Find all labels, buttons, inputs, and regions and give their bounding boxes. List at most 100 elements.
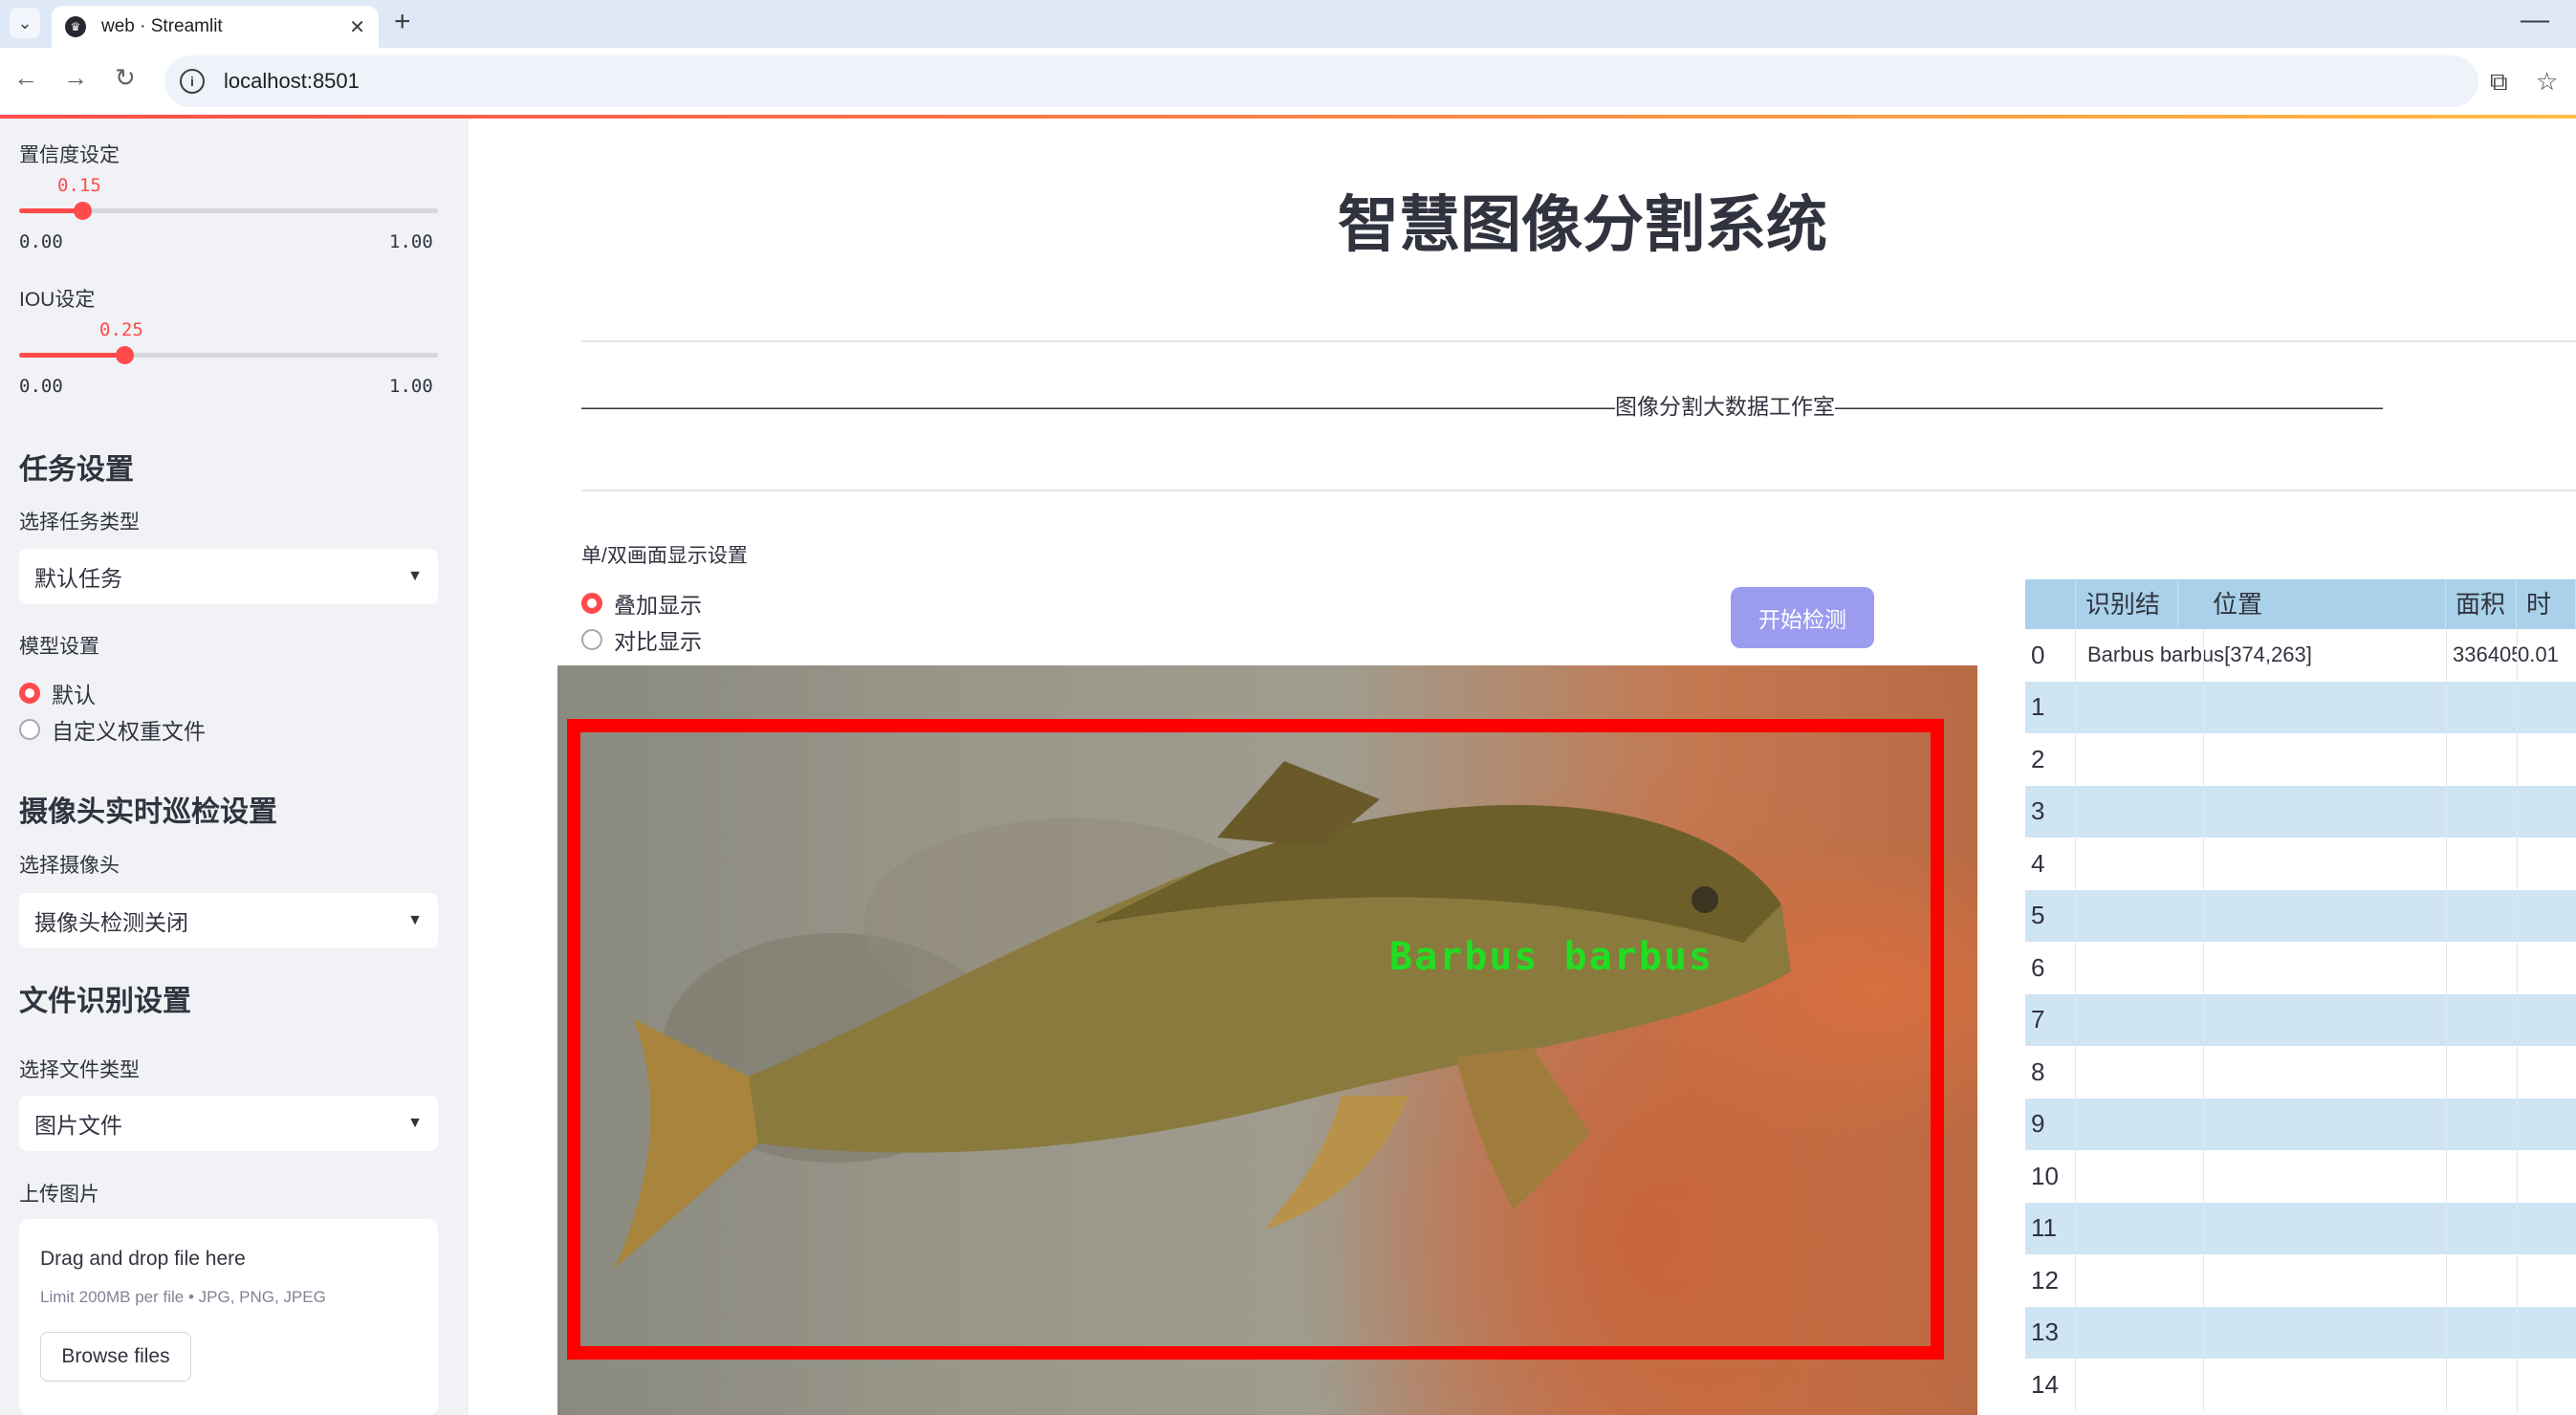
row-index: 4 xyxy=(2031,848,2045,878)
camera-select[interactable]: 摄像头检测关闭 ▼ xyxy=(19,893,438,948)
result-cell: Barbus barbus [374,263] xyxy=(2075,629,2446,682)
column-header-area[interactable]: 面积 xyxy=(2446,579,2517,629)
table-row[interactable]: 2 xyxy=(2025,733,2576,786)
time-cell xyxy=(2517,1254,2576,1307)
result-cell xyxy=(2075,1150,2446,1203)
table-row[interactable]: 1 xyxy=(2025,681,2576,733)
browser-toolbar: ← → ↻ i localhost:8501 ⧉ ☆ xyxy=(0,48,2576,115)
confidence-min: 0.00 xyxy=(19,231,63,252)
back-arrow-icon[interactable]: ← xyxy=(13,63,38,93)
column-header-result[interactable]: 识别结果 xyxy=(2075,579,2178,668)
time-cell xyxy=(2517,889,2576,942)
browser-tab[interactable]: ♛ web · Streamlit ✕ xyxy=(52,6,379,48)
confidence-max: 1.00 xyxy=(389,231,433,252)
task-type-select[interactable]: 默认任务 ▼ xyxy=(19,549,438,604)
window-minimize-icon[interactable]: — xyxy=(2521,4,2549,36)
model-option-default[interactable]: 默认 xyxy=(19,677,96,709)
result-cell xyxy=(2075,1202,2446,1254)
url-text: localhost:8501 xyxy=(224,69,360,93)
tab-title: web · Streamlit xyxy=(101,16,223,36)
radio-unselected-icon[interactable] xyxy=(581,629,602,650)
new-tab-plus-icon[interactable]: + xyxy=(394,6,411,38)
file-settings-heading: 文件识别设置 xyxy=(19,986,191,1017)
iou-slider-fill xyxy=(19,353,124,358)
row-index: 9 xyxy=(2031,1109,2045,1139)
table-row[interactable]: 8 xyxy=(2025,1046,2576,1099)
column-header-time[interactable]: 时间 xyxy=(2517,579,2576,668)
task-settings-heading: 任务设置 xyxy=(19,454,134,486)
confidence-slider[interactable] xyxy=(19,202,438,220)
result-cell xyxy=(2075,1306,2446,1359)
model-settings-label: 模型设置 xyxy=(19,636,99,658)
position-text: [374,263] xyxy=(2224,642,2312,667)
table-row[interactable]: 11 xyxy=(2025,1202,2576,1254)
browse-files-button[interactable]: Browse files xyxy=(40,1332,191,1382)
start-detection-button[interactable]: 开始检测 xyxy=(1731,587,1874,648)
bookmark-star-icon[interactable]: ☆ xyxy=(2536,67,2558,97)
divider xyxy=(581,340,2576,342)
site-info-icon[interactable]: i xyxy=(180,69,205,94)
iou-slider-thumb[interactable] xyxy=(115,346,134,364)
iou-slider[interactable] xyxy=(19,346,438,364)
table-row[interactable]: 13 xyxy=(2025,1306,2576,1359)
table-row[interactable]: 10 xyxy=(2025,1150,2576,1203)
model-option-custom[interactable]: 自定义权重文件 xyxy=(19,713,206,746)
area-cell xyxy=(2446,889,2517,942)
area-cell xyxy=(2446,838,2517,890)
column-divider xyxy=(2203,1098,2204,1150)
column-divider xyxy=(2203,993,2204,1046)
reload-icon[interactable]: ↻ xyxy=(115,63,136,93)
iou-min: 0.00 xyxy=(19,376,63,397)
file-type-select[interactable]: 图片文件 ▼ xyxy=(19,1096,438,1151)
row-index: 3 xyxy=(2031,796,2045,826)
task-type-selected: 默认任务 xyxy=(34,566,122,591)
table-row[interactable]: 5 xyxy=(2025,889,2576,942)
detection-class-label: Barbus barbus xyxy=(1389,935,1714,979)
studio-subtitle: ————————————————————————————————————————… xyxy=(581,394,2383,419)
file-type-selected: 图片文件 xyxy=(34,1113,122,1138)
confidence-slider-thumb[interactable] xyxy=(73,202,92,220)
table-row[interactable]: 4 xyxy=(2025,838,2576,890)
time-cell xyxy=(2517,1098,2576,1150)
main-content: 智慧图像分割系统 ———————————————————————————————… xyxy=(469,119,2576,1415)
display-option-label: 叠加显示 xyxy=(614,593,702,618)
area-cell xyxy=(2446,733,2517,786)
radio-unselected-icon[interactable] xyxy=(19,719,40,740)
row-index: 2 xyxy=(2031,744,2045,773)
column-divider xyxy=(2203,1254,2204,1307)
time-cell xyxy=(2517,733,2576,786)
time-cell xyxy=(2517,1046,2576,1099)
column-header-position[interactable]: 位置 xyxy=(2203,579,2446,629)
row-index: 0 xyxy=(2031,640,2045,669)
table-row[interactable]: 7 xyxy=(2025,993,2576,1046)
camera-selected: 摄像头检测关闭 xyxy=(34,910,188,935)
row-index: 7 xyxy=(2031,1005,2045,1034)
results-table[interactable]: 识别结果 位置 面积 时间 0 Barbus barbus[374,263]336… xyxy=(2025,579,2576,1411)
iou-max: 1.00 xyxy=(389,376,433,397)
table-row[interactable]: 9 xyxy=(2025,1098,2576,1150)
radio-selected-icon[interactable] xyxy=(581,593,602,614)
forward-arrow-icon[interactable]: → xyxy=(63,63,88,93)
radio-selected-icon[interactable] xyxy=(19,683,40,704)
row-index: 10 xyxy=(2031,1161,2059,1190)
row-index: 12 xyxy=(2031,1265,2059,1295)
file-uploader-dropzone[interactable]: Drag and drop file here Limit 200MB per … xyxy=(19,1219,438,1415)
address-bar[interactable]: i localhost:8501 xyxy=(164,55,2478,107)
table-row[interactable]: 12 xyxy=(2025,1254,2576,1307)
area-cell xyxy=(2446,1150,2517,1203)
column-divider xyxy=(2203,1202,2204,1254)
table-row[interactable]: 3 xyxy=(2025,785,2576,838)
table-row[interactable]: 0 Barbus barbus [374,263] 336405 0.01 xyxy=(2025,629,2576,682)
table-row[interactable]: 14 xyxy=(2025,1359,2576,1411)
close-tab-icon[interactable]: ✕ xyxy=(349,15,365,39)
time-cell xyxy=(2517,993,2576,1046)
display-option-overlay[interactable]: 叠加显示 xyxy=(581,587,702,620)
display-option-compare[interactable]: 对比显示 xyxy=(581,623,702,656)
confidence-label: 置信度设定 xyxy=(19,144,120,166)
area-cell xyxy=(2446,1359,2517,1411)
tab-search-chevron-icon[interactable]: ⌄ xyxy=(10,8,40,38)
table-row[interactable]: 6 xyxy=(2025,942,2576,994)
row-index: 11 xyxy=(2031,1213,2057,1243)
translate-icon[interactable]: ⧉ xyxy=(2490,67,2508,98)
display-option-label: 对比显示 xyxy=(614,629,702,654)
